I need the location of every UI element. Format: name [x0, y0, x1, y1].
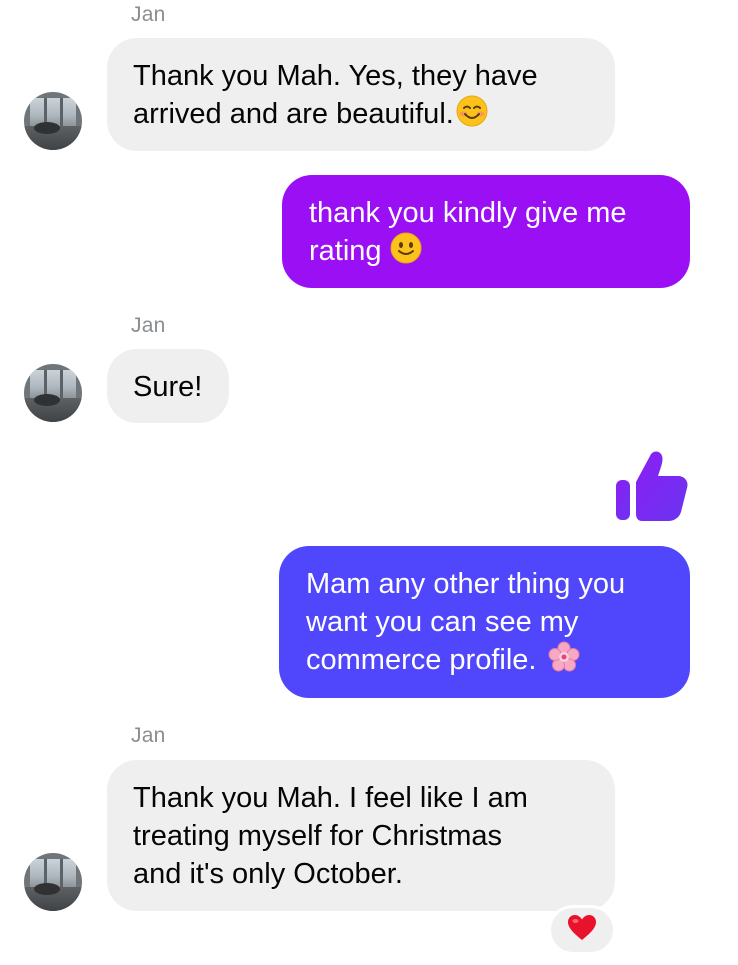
message-text: Thank you Mah. I feel like I am treating… — [133, 782, 528, 890]
sender-name: Jan — [131, 724, 166, 747]
message-bubble-incoming[interactable]: Thank you Mah. I feel like I am treating… — [107, 760, 615, 911]
sender-name: Jan — [131, 3, 166, 26]
message-bubble-incoming[interactable]: Thank you Mah. Yes, they have arrived an… — [107, 38, 615, 151]
message-text: thank you kindly give me rating — [309, 197, 627, 267]
thumbs-up-icon[interactable] — [612, 446, 690, 524]
smiling-blush-emoji-icon — [456, 95, 488, 137]
sender-name: Jan — [131, 314, 166, 337]
message-bubble-outgoing[interactable]: thank you kindly give me rating — [282, 175, 690, 288]
message-bubble-outgoing[interactable]: Mam any other thing you want you can see… — [279, 546, 690, 698]
avatar[interactable] — [24, 92, 82, 150]
message-bubble-incoming[interactable]: Sure! — [107, 349, 229, 423]
avatar[interactable] — [24, 364, 82, 422]
avatar[interactable] — [24, 853, 82, 911]
red-heart-icon — [567, 914, 597, 947]
slightly-smiling-emoji-icon — [390, 232, 422, 274]
message-text: Sure! — [133, 371, 203, 403]
cherry-blossom-emoji-icon — [548, 641, 580, 683]
message-reaction[interactable] — [551, 908, 613, 952]
